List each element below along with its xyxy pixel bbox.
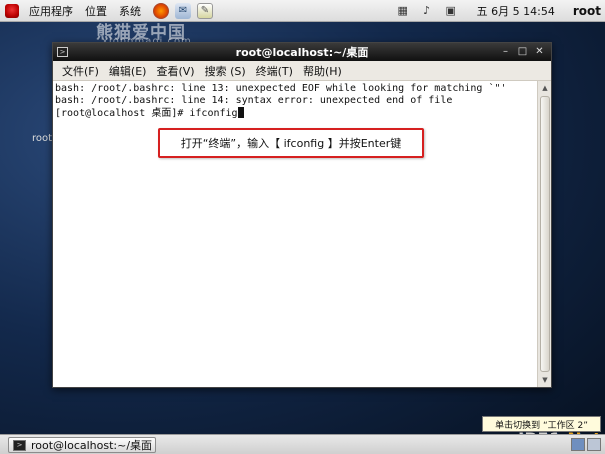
menu-terminal[interactable]: 终端(T) (251, 63, 298, 79)
workspace-1[interactable] (571, 438, 585, 451)
window-titlebar[interactable]: > root@localhost:~/桌面 – □ ✕ (53, 43, 551, 61)
window-menubar: 文件(F) 编辑(E) 查看(V) 搜索 (S) 终端(T) 帮助(H) (53, 61, 551, 81)
network-icon[interactable]: ▦ (395, 4, 411, 18)
terminal-command: [root@localhost 桌面]# ifconfig (55, 108, 238, 119)
instruction-callout: 打开“终端”，输入【 ifconfig 】并按Enter键 (158, 128, 424, 158)
firefox-icon[interactable] (153, 2, 169, 19)
terminal-icon: > (13, 439, 26, 451)
terminal-window: > root@localhost:~/桌面 – □ ✕ 文件(F) 编辑(E) … (52, 42, 552, 388)
minimize-icon[interactable]: – (500, 46, 511, 58)
display-icon[interactable]: ▣ (443, 4, 459, 18)
menu-help[interactable]: 帮助(H) (298, 63, 347, 79)
applications-menu-icon[interactable] (5, 3, 19, 18)
volume-icon[interactable]: ♪ (419, 4, 435, 18)
terminal-line: bash: /root/.bashrc: line 13: unexpected… (55, 83, 507, 94)
terminal-output[interactable]: bash: /root/.bashrc: line 13: unexpected… (53, 81, 537, 387)
bottom-panel: > root@localhost:~/桌面 (0, 434, 605, 454)
terminal-prompt-line: [root@localhost 桌面]# ifconfig (55, 107, 535, 120)
scroll-thumb[interactable] (540, 96, 550, 372)
taskbar-window-button[interactable]: > root@localhost:~/桌面 (8, 437, 156, 453)
taskbar-window-label: root@localhost:~/桌面 (31, 439, 153, 452)
menu-system[interactable]: 系统 (113, 3, 147, 19)
terminal-scrollbar[interactable]: ▲ ▼ (537, 81, 551, 387)
text-cursor (237, 107, 244, 118)
desktop-icon-label[interactable]: root (32, 133, 52, 144)
terminal-line: bash: /root/.bashrc: line 14: syntax err… (55, 95, 453, 106)
scroll-down-icon[interactable]: ▼ (539, 374, 551, 386)
clock[interactable]: 五 6月 5 14:54 (477, 3, 555, 19)
text-editor-icon[interactable]: ✎ (197, 2, 213, 19)
workspace-switcher (571, 438, 601, 451)
scroll-up-icon[interactable]: ▲ (539, 82, 551, 94)
workspace-2[interactable] (587, 438, 601, 451)
mail-icon[interactable]: ✉ (175, 2, 191, 19)
menu-edit[interactable]: 编辑(E) (104, 63, 152, 79)
window-title: root@localhost:~/桌面 (235, 46, 369, 59)
close-icon[interactable]: ✕ (534, 46, 545, 58)
terminal-icon[interactable]: > (57, 47, 68, 57)
menu-applications[interactable]: 应用程序 (23, 3, 79, 19)
user-menu[interactable]: root (573, 4, 601, 18)
menu-places[interactable]: 位置 (79, 3, 113, 19)
panel-tray: ▦ ♪ ▣ 五 6月 5 14:54 root (395, 0, 605, 21)
top-panel: 应用程序 位置 系统 ✉ ✎ ▦ ♪ ▣ 五 6月 5 14:54 root (0, 0, 605, 22)
maximize-icon[interactable]: □ (517, 46, 528, 58)
menu-search[interactable]: 搜索 (S) (200, 63, 251, 79)
menu-view[interactable]: 查看(V) (151, 63, 199, 79)
menu-file[interactable]: 文件(F) (57, 63, 104, 79)
